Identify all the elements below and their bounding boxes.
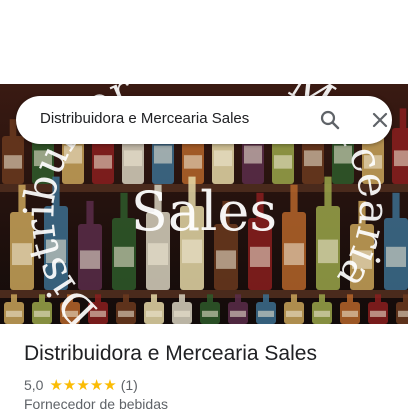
top-blank-area [0, 0, 408, 84]
star-icon: ★ [89, 376, 104, 394]
star-icon: ★ [62, 376, 77, 394]
star-rating: ★ ★ ★ ★ ★ [49, 378, 116, 393]
overlay-center-text: Sales [131, 180, 277, 243]
search-bar[interactable]: Distribuidora e Mercearia Sales [16, 96, 392, 144]
rating-row[interactable]: 5,0 ★ ★ ★ ★ ★ (1) [24, 376, 138, 394]
search-icon[interactable] [318, 108, 342, 132]
place-title: Distribuidora e Mercearia Sales [24, 342, 317, 365]
star-icon: ★ [49, 376, 63, 394]
search-query-text[interactable]: Distribuidora e Mercearia Sales [40, 110, 249, 127]
review-count[interactable]: (1) [121, 377, 138, 393]
rating-value: 5,0 [24, 377, 44, 393]
star-icon: ★ [76, 376, 90, 394]
star-icon: ★ [103, 376, 117, 394]
close-icon[interactable] [368, 108, 392, 132]
place-category: Fornecedor de bebidas [24, 396, 168, 412]
